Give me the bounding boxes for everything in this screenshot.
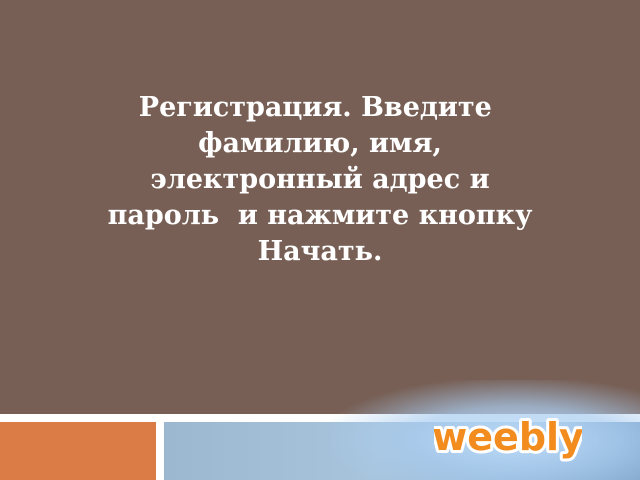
slide-text: Регистрация. Введите фамилию, имя, элект… [0, 90, 640, 270]
slide-text-line: электронный адрес и [150, 164, 490, 195]
weebly-logo-text: weebly [434, 415, 582, 459]
slide-text-line: Начать. [257, 236, 383, 267]
slide-text-line: пароль и нажмите кнопку [107, 200, 533, 231]
slide: Регистрация. Введите фамилию, имя, элект… [0, 0, 640, 480]
slide-text-line: фамилию, имя, [198, 128, 442, 159]
weebly-logo: weebly weebly [434, 412, 582, 462]
footer-orange-block [0, 422, 156, 480]
slide-text-line: Регистрация. Введите [138, 92, 502, 123]
